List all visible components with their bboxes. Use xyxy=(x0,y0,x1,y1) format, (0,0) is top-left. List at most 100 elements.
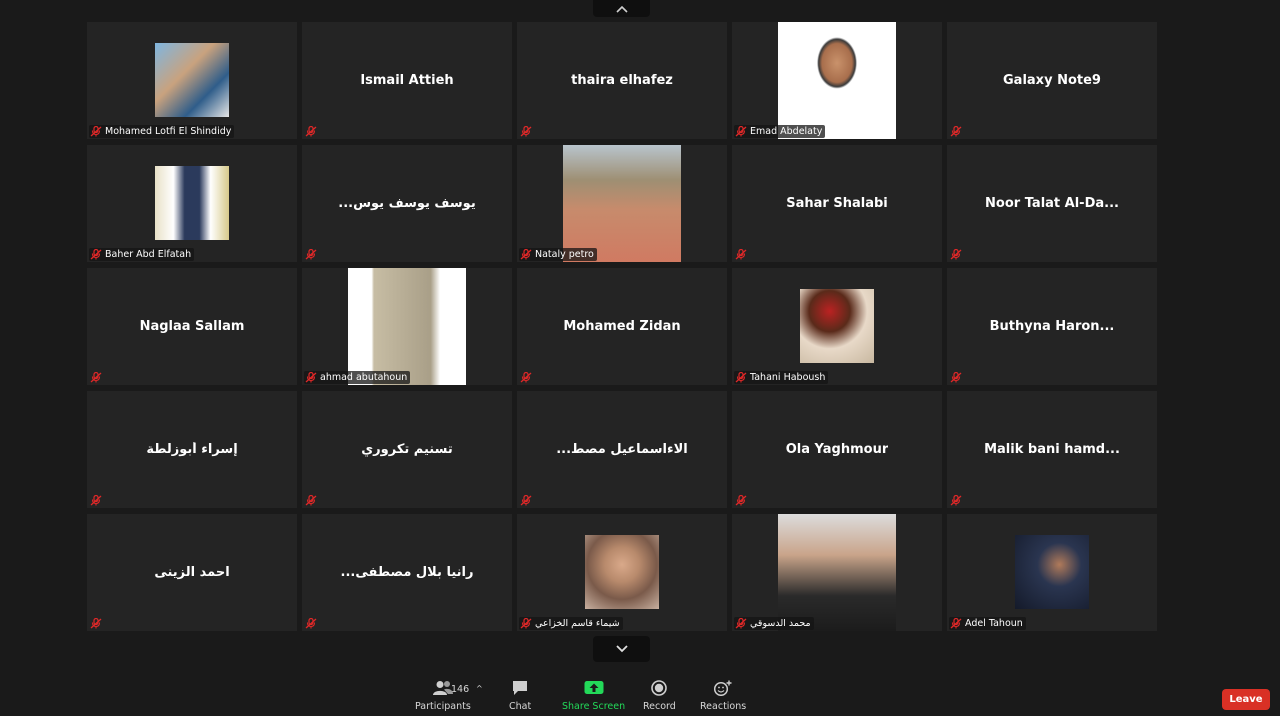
participant-name-label xyxy=(304,125,323,138)
participant-name-label: شيماء قاسم الخزاعي xyxy=(519,617,623,630)
chat-label: Chat xyxy=(509,701,532,712)
participant-video xyxy=(778,514,896,631)
participant-display-name: Sahar Shalabi xyxy=(786,196,888,211)
participant-display-name: ...الاءاسماعيل مصط xyxy=(556,442,688,457)
scroll-up-button[interactable] xyxy=(593,0,650,17)
scroll-down-button[interactable] xyxy=(593,636,650,662)
participant-name: شيماء قاسم الخزاعي xyxy=(535,618,620,629)
participant-display-name: Ola Yaghmour xyxy=(785,442,889,457)
participant-name-label xyxy=(304,494,323,507)
participant-tile[interactable]: Buthyna Haron... xyxy=(947,268,1157,385)
participant-display-name: Mohamed Zidan xyxy=(563,319,681,334)
record-button[interactable]: Record xyxy=(643,680,676,712)
participant-name-label xyxy=(519,125,538,138)
participant-name-label xyxy=(519,371,538,384)
participant-tile[interactable]: ...يوسف يوسف يوس xyxy=(302,145,512,262)
muted-mic-icon xyxy=(520,249,532,260)
participant-name: Tahani Haboush xyxy=(750,372,826,383)
participant-tile[interactable]: Naglaa Sallam xyxy=(87,268,297,385)
participant-tile[interactable]: Tahani Haboush xyxy=(732,268,942,385)
leave-button[interactable]: Leave xyxy=(1222,689,1270,710)
participant-name: Emad Abdelaty xyxy=(750,126,823,137)
record-icon xyxy=(651,680,668,696)
participant-tile[interactable]: Ola Yaghmour xyxy=(732,391,942,508)
participant-display-name: Galaxy Note9 xyxy=(1003,73,1101,88)
muted-mic-icon xyxy=(520,495,532,506)
participant-tile[interactable]: Malik bani hamd... xyxy=(947,391,1157,508)
participant-tile[interactable]: محمد الدسوقي xyxy=(732,514,942,631)
participant-tile[interactable]: Mohamed Lotfi El Shindidy xyxy=(87,22,297,139)
muted-mic-icon xyxy=(735,249,747,260)
share-screen-icon xyxy=(584,681,604,694)
participant-video xyxy=(778,22,896,139)
reactions-icon xyxy=(714,680,732,696)
participant-tile[interactable]: احمد الزينى xyxy=(87,514,297,631)
participant-name-label xyxy=(304,248,323,261)
participant-name-label: Baher Abd Elfatah xyxy=(89,248,195,261)
muted-mic-icon xyxy=(950,618,962,629)
muted-mic-icon xyxy=(305,618,317,629)
participant-tile[interactable]: Mohamed Zidan xyxy=(517,268,727,385)
muted-mic-icon xyxy=(305,495,317,506)
participant-tile[interactable]: ...الاءاسماعيل مصط xyxy=(517,391,727,508)
participant-name-label xyxy=(89,617,108,630)
meeting-toolbar: Participants 146 ^ Chat Share Screen Rec… xyxy=(0,670,1280,716)
muted-mic-icon xyxy=(520,618,532,629)
participant-tile[interactable]: Nataly petro xyxy=(517,145,727,262)
participant-display-name: Malik bani hamd... xyxy=(984,442,1120,457)
participant-name-label xyxy=(949,371,968,384)
muted-mic-icon xyxy=(90,126,102,137)
participant-name: Mohamed Lotfi El Shindidy xyxy=(105,126,232,137)
participant-name-label xyxy=(949,494,968,507)
participant-tile[interactable]: ...رانيا بلال مصطفى xyxy=(302,514,512,631)
participant-name: محمد الدسوقي xyxy=(750,618,811,629)
participant-tile[interactable]: Baher Abd Elfatah xyxy=(87,145,297,262)
participant-avatar xyxy=(800,289,874,363)
participant-name: ahmad abutahoun xyxy=(320,372,408,383)
participant-tile[interactable]: Ismail Attieh xyxy=(302,22,512,139)
participant-display-name: إسراء أبوزلطة xyxy=(146,442,238,457)
muted-mic-icon xyxy=(950,126,962,137)
participant-tile[interactable]: Sahar Shalabi xyxy=(732,145,942,262)
participant-display-name: ...رانيا بلال مصطفى xyxy=(340,565,474,580)
participant-display-name: احمد الزينى xyxy=(154,565,230,580)
participant-tile[interactable]: Noor Talat Al-Da... xyxy=(947,145,1157,262)
participant-tile[interactable]: ahmad abutahoun xyxy=(302,268,512,385)
reactions-button[interactable]: Reactions xyxy=(700,680,746,712)
chat-icon xyxy=(513,681,528,695)
participant-display-name: thaira elhafez xyxy=(571,73,673,88)
participant-display-name: Ismail Attieh xyxy=(360,73,454,88)
participant-name-label: Adel Tahoun xyxy=(949,617,1026,630)
muted-mic-icon xyxy=(735,495,747,506)
participant-tile[interactable]: Galaxy Note9 xyxy=(947,22,1157,139)
record-label: Record xyxy=(643,701,676,712)
participant-name-label xyxy=(519,494,538,507)
muted-mic-icon xyxy=(520,372,532,383)
participant-name-label: Emad Abdelaty xyxy=(734,125,826,138)
muted-mic-icon xyxy=(735,618,747,629)
participant-tile[interactable]: thaira elhafez xyxy=(517,22,727,139)
participant-tile[interactable]: Adel Tahoun xyxy=(947,514,1157,631)
participant-avatar xyxy=(155,166,229,240)
share-screen-button[interactable]: Share Screen xyxy=(562,680,625,712)
muted-mic-icon xyxy=(305,372,317,383)
participant-avatar xyxy=(1015,535,1089,609)
participant-display-name: Buthyna Haron... xyxy=(989,319,1115,334)
participant-name-label xyxy=(734,248,753,261)
chat-button[interactable]: Chat xyxy=(509,680,531,712)
participant-video xyxy=(348,268,466,385)
muted-mic-icon xyxy=(90,372,102,383)
participants-options-caret[interactable]: ^ xyxy=(476,684,483,693)
participant-avatar xyxy=(155,43,229,117)
participant-tile[interactable]: تسنيم تكروري xyxy=(302,391,512,508)
muted-mic-icon xyxy=(950,372,962,383)
participants-count: 146 xyxy=(451,684,470,695)
participant-name-label xyxy=(734,494,753,507)
participant-tile[interactable]: إسراء أبوزلطة xyxy=(87,391,297,508)
muted-mic-icon xyxy=(305,249,317,260)
participant-name-label: محمد الدسوقي xyxy=(734,617,814,630)
participant-display-name: تسنيم تكروري xyxy=(361,442,453,457)
participant-name-label xyxy=(304,617,323,630)
participant-tile[interactable]: شيماء قاسم الخزاعي xyxy=(517,514,727,631)
participant-tile[interactable]: Emad Abdelaty xyxy=(732,22,942,139)
